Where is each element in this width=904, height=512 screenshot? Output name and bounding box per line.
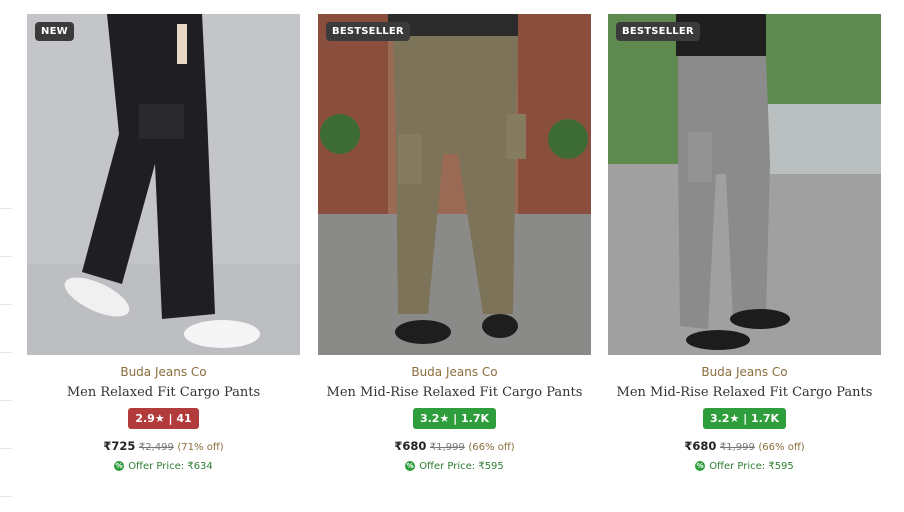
product-name[interactable]: Men Mid-Rise Relaxed Fit Cargo Pants	[608, 385, 881, 400]
offer-price: Offer Price: ₹595	[709, 461, 794, 472]
product-card[interactable]: NEW Buda Jeans Co Men Relaxed Fit Cargo …	[27, 14, 300, 484]
sale-price: ₹680	[394, 439, 427, 453]
price-row: ₹680 ₹1,999 (66% off)	[318, 439, 591, 453]
divider	[0, 496, 12, 497]
divider	[0, 256, 12, 257]
rating-badge: 3.2★ | 1.7K	[702, 408, 787, 429]
product-image[interactable]: BESTSELLER	[318, 14, 591, 355]
price-row: ₹680 ₹1,999 (66% off)	[608, 439, 881, 453]
discount-label: (66% off)	[758, 442, 805, 453]
product-image[interactable]: NEW	[27, 14, 300, 355]
offer-price-row: % Offer Price: ₹634	[27, 461, 300, 472]
product-badge: BESTSELLER	[616, 22, 700, 41]
offer-price-row: % Offer Price: ₹595	[608, 461, 881, 472]
divider	[0, 448, 12, 449]
product-image[interactable]: BESTSELLER	[608, 14, 881, 355]
left-filter-rail	[0, 0, 14, 512]
rating-badge: 3.2★ | 1.7K	[412, 408, 497, 429]
offer-tag-icon: %	[114, 461, 125, 471]
offer-tag-icon: %	[695, 461, 706, 471]
mrp-price: ₹1,999	[719, 442, 755, 453]
product-name[interactable]: Men Relaxed Fit Cargo Pants	[27, 385, 300, 400]
product-badge: BESTSELLER	[326, 22, 410, 41]
divider	[0, 304, 12, 305]
brand-name: Buda Jeans Co	[701, 365, 788, 379]
discount-label: (71% off)	[177, 442, 224, 453]
product-card[interactable]: BESTSELLER Buda Jeans Co Men Mid-Rise Re…	[608, 14, 881, 484]
discount-label: (66% off)	[468, 442, 515, 453]
offer-price: Offer Price: ₹634	[128, 461, 213, 472]
product-card[interactable]: BESTSELLER Buda Jeans Co Men Mid-Rise Re…	[318, 14, 591, 484]
offer-price-row: % Offer Price: ₹595	[318, 461, 591, 472]
sale-price: ₹680	[684, 439, 717, 453]
sale-price: ₹725	[103, 439, 136, 453]
brand-name: Buda Jeans Co	[411, 365, 498, 379]
product-name[interactable]: Men Mid-Rise Relaxed Fit Cargo Pants	[318, 385, 591, 400]
divider	[0, 352, 12, 353]
brand-name: Buda Jeans Co	[120, 365, 207, 379]
price-row: ₹725 ₹2,499 (71% off)	[27, 439, 300, 453]
divider	[0, 400, 12, 401]
mrp-price: ₹2,499	[138, 442, 174, 453]
offer-price: Offer Price: ₹595	[419, 461, 504, 472]
rating-badge: 2.9★ | 41	[128, 408, 199, 429]
divider	[0, 208, 12, 209]
mrp-price: ₹1,999	[429, 442, 465, 453]
product-badge: NEW	[35, 22, 74, 41]
offer-tag-icon: %	[405, 461, 416, 471]
